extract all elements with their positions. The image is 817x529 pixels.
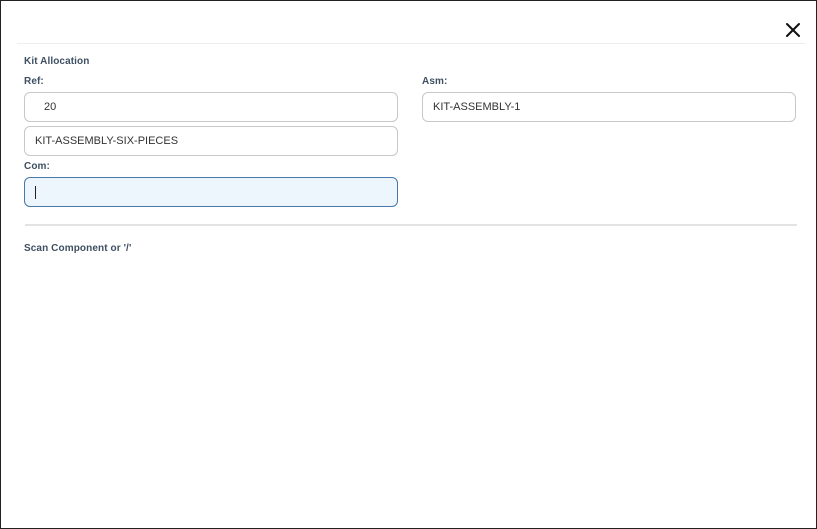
ref-label: Ref:	[24, 76, 44, 87]
asm-field[interactable]: KIT-ASSEMBLY-1	[422, 92, 796, 122]
text-caret	[35, 186, 36, 199]
com-label: Com:	[24, 161, 50, 172]
section-title: Kit Allocation	[24, 56, 90, 67]
asm-label: Asm:	[422, 76, 448, 87]
kit-name-field[interactable]: KIT-ASSEMBLY-SIX-PIECES	[24, 126, 398, 156]
close-button[interactable]	[784, 21, 802, 39]
scan-prompt: Scan Component or '/'	[24, 243, 132, 254]
ref-field[interactable]: 20	[24, 92, 398, 122]
kit-allocation-dialog: Kit Allocation Ref: 20 KIT-ASSEMBLY-SIX-…	[0, 0, 817, 529]
com-input[interactable]	[24, 177, 398, 207]
header-divider	[17, 43, 805, 44]
section-divider	[25, 224, 797, 226]
close-icon	[786, 23, 800, 37]
